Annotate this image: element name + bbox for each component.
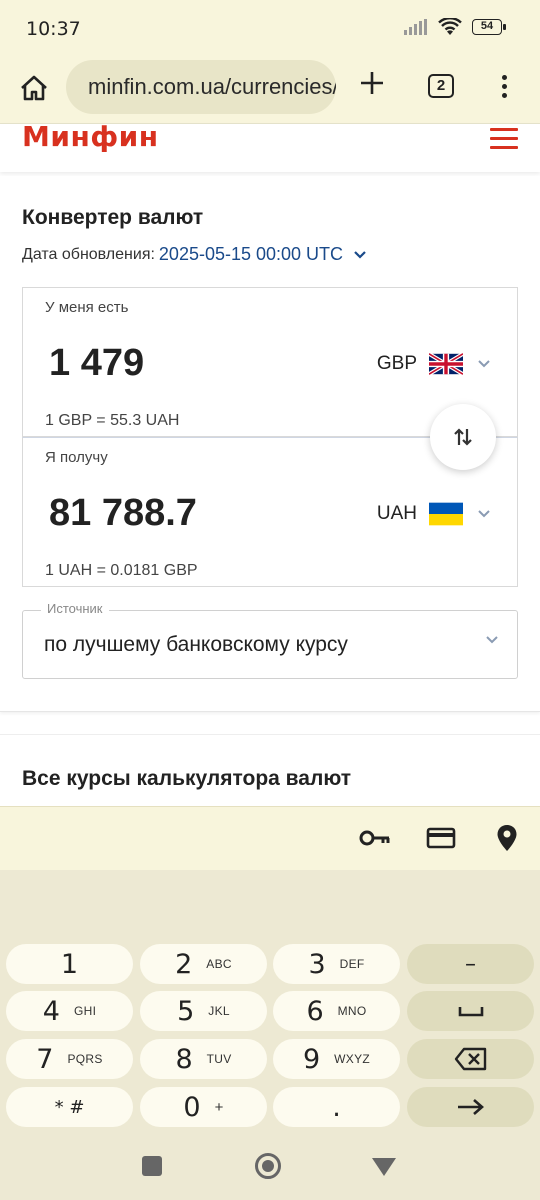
chevron-down-icon	[486, 636, 498, 644]
location-pin-icon[interactable]	[490, 823, 524, 853]
plus-icon	[361, 72, 383, 94]
key-icon[interactable]	[358, 823, 392, 853]
hamburger-menu-icon[interactable]	[490, 128, 518, 155]
all-rates-section: Все курсы калькулятора валют	[0, 734, 540, 806]
key-space[interactable]	[407, 991, 534, 1031]
have-amount-input[interactable]: 1 479	[49, 342, 144, 385]
new-tab-button[interactable]	[356, 70, 388, 102]
get-currency-code: UAH	[376, 503, 417, 524]
url-text: minfin.com.ua/currencies/converter	[88, 74, 336, 99]
swap-currencies-button[interactable]	[430, 404, 496, 470]
key-2[interactable]: 2 ABC	[140, 944, 267, 984]
address-bar[interactable]: minfin.com.ua/currencies/converter	[66, 60, 336, 114]
space-icon	[458, 1007, 483, 1017]
chevron-down-icon	[478, 510, 490, 518]
site-header: Минфин	[0, 120, 540, 172]
battery-icon: 54	[472, 19, 506, 35]
backspace-icon	[454, 1047, 486, 1071]
converter-title: Конвертер валют	[22, 206, 204, 229]
key-minus[interactable]: –	[407, 944, 534, 984]
home-nav-button[interactable]	[255, 1153, 281, 1179]
home-button[interactable]	[16, 70, 52, 106]
get-amount-input[interactable]: 81 788.7	[49, 492, 197, 535]
key-4[interactable]: 4 GHI	[6, 991, 133, 1031]
have-currency-code: GBP	[376, 353, 417, 374]
get-rate: 1 UAH = 0.0181 GBP	[45, 562, 198, 579]
arrow-right-icon	[457, 1099, 484, 1115]
key-9[interactable]: 9 WXYZ	[273, 1039, 400, 1079]
browser-menu-button[interactable]	[494, 72, 514, 102]
system-nav-bar	[0, 1140, 540, 1200]
update-date[interactable]: 2025-05-15 00:00 UTC	[159, 244, 343, 265]
source-value: по лучшему банковскому курсу	[44, 633, 348, 656]
wifi-icon	[438, 18, 462, 35]
key-backspace[interactable]	[407, 1039, 534, 1079]
key-8[interactable]: 8 TUV	[140, 1039, 267, 1079]
status-bar: 10:37 54	[0, 0, 540, 58]
currency-converter: Конвертер валют Дата обновления: 2025-05…	[0, 176, 540, 712]
status-icons: 54	[404, 18, 506, 36]
numeric-keyboard: 1 2 ABC 3 DEF – 4 GHI 5 JKL 6 MNO 7 PQRS 8 TUV …	[0, 870, 540, 1140]
credit-card-icon[interactable]	[424, 823, 458, 853]
battery-level: 54	[472, 19, 502, 35]
recents-button[interactable]	[142, 1156, 162, 1176]
key-6[interactable]: 6 MNO	[273, 991, 400, 1031]
source-select[interactable]: Источник по лучшему банковскому курсу	[22, 601, 518, 679]
home-icon	[21, 75, 47, 101]
have-label: У меня есть	[45, 299, 129, 316]
back-button[interactable]	[372, 1158, 396, 1176]
swap-arrows-icon	[454, 428, 472, 446]
signal-icon	[404, 19, 427, 35]
get-label: Я получу	[45, 449, 108, 466]
tab-switcher-button[interactable]: 2	[428, 74, 454, 98]
site-logo[interactable]: Минфин	[22, 120, 159, 153]
uk-flag-icon	[429, 352, 463, 376]
have-currency-select[interactable]: GBP	[377, 352, 491, 376]
get-currency-select[interactable]: UAH	[377, 502, 491, 526]
key-0[interactable]: 0 +	[140, 1087, 267, 1127]
key-7[interactable]: 7 PQRS	[6, 1039, 133, 1079]
ukraine-flag-icon	[429, 502, 463, 526]
autofill-toolbar	[0, 806, 540, 870]
key-dot[interactable]: .	[273, 1087, 400, 1127]
have-rate: 1 GBP = 55.3 UAH	[45, 412, 180, 429]
key-5[interactable]: 5 JKL	[140, 991, 267, 1031]
key-3[interactable]: 3 DEF	[273, 944, 400, 984]
source-label: Источник	[41, 601, 109, 616]
browser-toolbar: minfin.com.ua/currencies/converter 2	[0, 58, 540, 124]
status-time: 10:37	[26, 18, 81, 40]
key-star-hash[interactable]: * #	[6, 1087, 133, 1127]
key-1[interactable]: 1	[6, 944, 133, 984]
chevron-down-icon	[478, 360, 490, 368]
all-rates-title: Все курсы калькулятора валют	[22, 767, 352, 790]
chevron-down-icon[interactable]	[353, 250, 367, 260]
update-row[interactable]: Дата обновления: 2025-05-15 00:00 UTC	[22, 244, 367, 265]
update-label: Дата обновления:	[22, 245, 155, 263]
key-next[interactable]	[407, 1087, 534, 1127]
